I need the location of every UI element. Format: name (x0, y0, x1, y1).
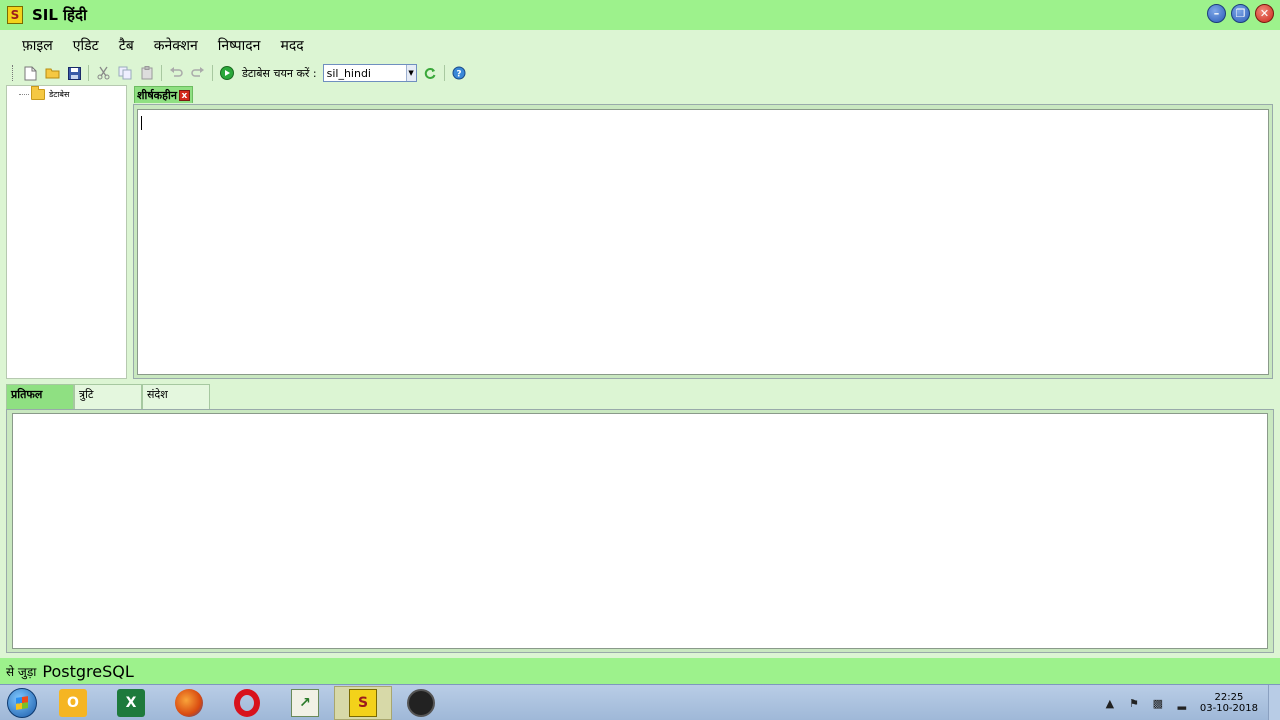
new-file-icon (24, 66, 36, 80)
windows-start-icon (7, 687, 37, 718)
redo-button[interactable] (187, 63, 209, 83)
tree-connector (19, 94, 29, 95)
database-tree-panel[interactable]: डेटाबेस (6, 85, 127, 379)
tab-results[interactable]: प्रतिफल (6, 384, 74, 409)
toolbar-separator (88, 65, 89, 81)
menu-edit[interactable]: एडिट (65, 36, 107, 55)
menu-file[interactable]: फ़ाइल (14, 36, 61, 55)
database-select-value: sil_hindi (326, 66, 371, 80)
maximize-button[interactable]: ❐ (1231, 4, 1250, 23)
opera-icon (234, 688, 260, 717)
close-tab-icon[interactable]: x (178, 89, 190, 101)
folder-icon (31, 86, 45, 100)
taskbar-outlook[interactable]: O (44, 686, 102, 720)
output-panel[interactable] (12, 413, 1268, 649)
help-button[interactable]: ? (448, 63, 470, 83)
clock-date: 03-10-2018 (1199, 703, 1258, 714)
taskbar-obs[interactable] (392, 686, 450, 720)
show-hidden-icons-icon[interactable]: ▲ (1103, 697, 1117, 710)
taskbar-sil-hindi[interactable]: S (334, 685, 392, 720)
text-caret (141, 116, 142, 130)
new-file-button[interactable] (19, 63, 41, 83)
menu-execute[interactable]: निष्पादन (210, 36, 269, 55)
toolbar-separator (212, 65, 213, 81)
toolbar-separator (161, 65, 162, 81)
menu-help[interactable]: मदद (272, 36, 311, 55)
undo-icon (170, 67, 183, 77)
refresh-button[interactable] (419, 63, 441, 83)
query-editor[interactable] (137, 109, 1269, 375)
clock-time: 22:25 (1214, 692, 1244, 703)
tab-messages[interactable]: संदेश (142, 384, 210, 409)
refresh-icon (424, 68, 436, 79)
status-connected-label: से जुड़ा (6, 664, 37, 679)
database-select[interactable]: sil_hindi ▼ (322, 64, 417, 82)
close-button[interactable]: ✕ (1255, 4, 1274, 23)
paste-icon (141, 66, 152, 80)
menu-bar: फ़ाइल एडिट टैब कनेक्शन निष्पादन मदद (0, 30, 1280, 60)
title-bar: S SIL हिंदी – ❐ ✕ (0, 0, 1280, 30)
tree-node-databases[interactable]: डेटाबेस (19, 86, 70, 100)
excel-icon: X (117, 688, 145, 717)
toolbar: डेटाबेस चयन करें : sil_hindi ▼ ? (0, 61, 1280, 85)
save-icon (67, 66, 81, 80)
taskbar: O X ↗ S ▲ ⚑ ▩ ▂ 22:25 03-10-2018 (0, 684, 1280, 720)
menu-connection[interactable]: कनेक्शन (146, 36, 206, 55)
firefox-icon (175, 688, 203, 717)
window-title: SIL हिंदी (32, 6, 87, 24)
tab-errors[interactable]: त्रुटि (74, 384, 142, 409)
sil-app-icon: S (349, 688, 377, 717)
taskbar-opera[interactable] (218, 686, 276, 720)
toolbar-grip[interactable] (12, 65, 15, 81)
undo-button[interactable] (165, 63, 187, 83)
taskbar-firefox[interactable] (160, 686, 218, 720)
window-controls: – ❐ ✕ (1207, 4, 1274, 23)
open-folder-icon (45, 68, 59, 79)
tree-node-label: डेटाबेस (49, 90, 70, 99)
tab-untitled[interactable]: शीर्षकहीन x (134, 86, 193, 103)
minimize-button[interactable]: – (1207, 4, 1226, 23)
tab-untitled-label: शीर्षकहीन (137, 88, 177, 102)
taskbar-excel[interactable]: X (102, 686, 160, 720)
action-center-flag-icon[interactable]: ⚑ (1127, 697, 1141, 710)
output-tabs: प्रतिफल त्रुटि संदेश (6, 384, 210, 409)
chevron-down-icon[interactable]: ▼ (405, 65, 416, 81)
paste-button[interactable] (136, 63, 158, 83)
cut-button[interactable] (92, 63, 114, 83)
copy-icon (118, 66, 132, 80)
show-desktop-button[interactable] (1268, 685, 1280, 720)
redo-icon (191, 67, 204, 77)
chart-app-icon: ↗ (291, 688, 319, 717)
obs-icon (407, 688, 435, 717)
help-icon: ? (452, 66, 466, 80)
taskbar-clock[interactable]: 22:25 03-10-2018 (1200, 692, 1258, 714)
status-db-name: PostgreSQL (42, 661, 134, 681)
power-icon[interactable]: ▩ (1151, 697, 1165, 710)
network-signal-icon[interactable]: ▂ (1175, 697, 1189, 710)
open-file-button[interactable] (41, 63, 63, 83)
cut-icon (97, 66, 109, 80)
select-db-label: डेटाबेस चयन करें : (242, 66, 317, 80)
execute-button[interactable] (216, 63, 238, 83)
toolbar-separator (443, 65, 445, 81)
menu-tab[interactable]: टैब (111, 36, 142, 55)
play-icon (220, 66, 234, 80)
copy-button[interactable] (114, 63, 136, 83)
taskbar-chart-app[interactable]: ↗ (276, 686, 334, 720)
outlook-icon: O (59, 688, 87, 717)
status-bar: से जुड़ा PostgreSQL (0, 658, 1280, 684)
start-button[interactable] (0, 685, 44, 720)
app-icon: S (7, 6, 23, 24)
svg-text:?: ? (456, 70, 461, 80)
system-tray: ▲ ⚑ ▩ ▂ 22:25 03-10-2018 (1098, 685, 1280, 720)
save-button[interactable] (63, 63, 85, 83)
